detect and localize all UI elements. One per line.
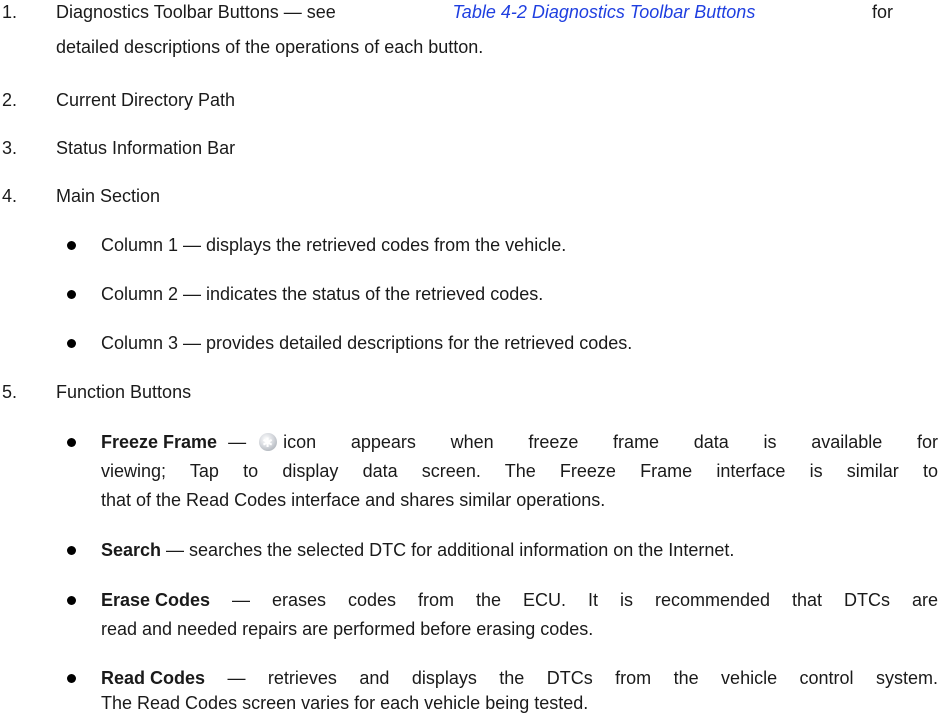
item-5-text: Function Buttons (56, 382, 192, 402)
erase-codes-text-1: — erases codes from the ECU. It is recom… (210, 590, 938, 610)
read-codes-line-1: Read Codes — retrieves and displays the … (101, 666, 938, 690)
bullet-icon (67, 339, 76, 348)
column-3-text: Column 3 — provides detailed description… (101, 333, 633, 353)
column-1-text: Column 1 — displays the retrieved codes … (101, 235, 567, 255)
bullet-icon (67, 596, 76, 605)
freeze-frame-label: Freeze Frame (101, 432, 218, 452)
item-number: 2. (2, 90, 18, 110)
erase-codes-label: Erase Codes (101, 590, 211, 610)
search-line: Search — searches the selected DTC for a… (101, 538, 734, 562)
bullet-icon (67, 674, 76, 683)
table-4-2-link[interactable]: Table 4-2 Diagnostics Toolbar Buttons (452, 0, 755, 24)
read-codes-text-1: — retrieves and displays the DTCs from t… (205, 668, 938, 688)
search-label: Search (101, 540, 162, 560)
bullet-icon (67, 241, 76, 250)
read-codes-text-2: The Read Codes screen varies for each ve… (101, 693, 589, 713)
item-1-text-cont: detailed descriptions of the operations … (56, 37, 484, 57)
item-3-text: Status Information Bar (56, 138, 236, 158)
freeze-frame-lead: Freeze Frame — (101, 430, 283, 456)
freeze-frame-text-2: viewing; Tap to display data screen. The… (101, 461, 938, 481)
item-number: 1. (2, 2, 18, 22)
bullet-icon (67, 290, 76, 299)
snowflake-icon (259, 432, 278, 456)
item-number: 5. (2, 382, 18, 402)
erase-codes-line-1: Erase Codes — erases codes from the ECU.… (101, 588, 938, 612)
item-number: 3. (2, 138, 18, 158)
freeze-frame-text-1: icon appears when freeze frame data is a… (283, 432, 938, 452)
bullet-icon (67, 546, 76, 555)
item-1-text: Diagnostics Toolbar Buttons — see (56, 2, 336, 22)
read-codes-label: Read Codes (101, 668, 206, 688)
erase-codes-text-2: read and needed repairs are performed be… (101, 619, 594, 639)
item-1: 1. Diagnostics Toolbar Buttons — see Tab… (0, 0, 951, 24)
search-text: — searches the selected DTC for addition… (161, 540, 735, 560)
freeze-frame-line-1: Freeze Frame — icon appears when freeze … (101, 430, 938, 456)
item-number: 4. (2, 186, 18, 206)
bullet-icon (67, 438, 76, 447)
item-1-text-end: for (871, 2, 893, 22)
freeze-frame-text-3: that of the Read Codes interface and sha… (101, 490, 606, 510)
em-dash: — (228, 432, 247, 452)
item-2-text: Current Directory Path (56, 90, 236, 110)
item-4-text: Main Section (56, 186, 161, 206)
item-1-line-1: Diagnostics Toolbar Buttons — see Table … (56, 0, 893, 24)
manual-page: 1. Diagnostics Toolbar Buttons — see Tab… (0, 0, 951, 716)
column-2-text: Column 2 — indicates the status of the r… (101, 284, 544, 304)
